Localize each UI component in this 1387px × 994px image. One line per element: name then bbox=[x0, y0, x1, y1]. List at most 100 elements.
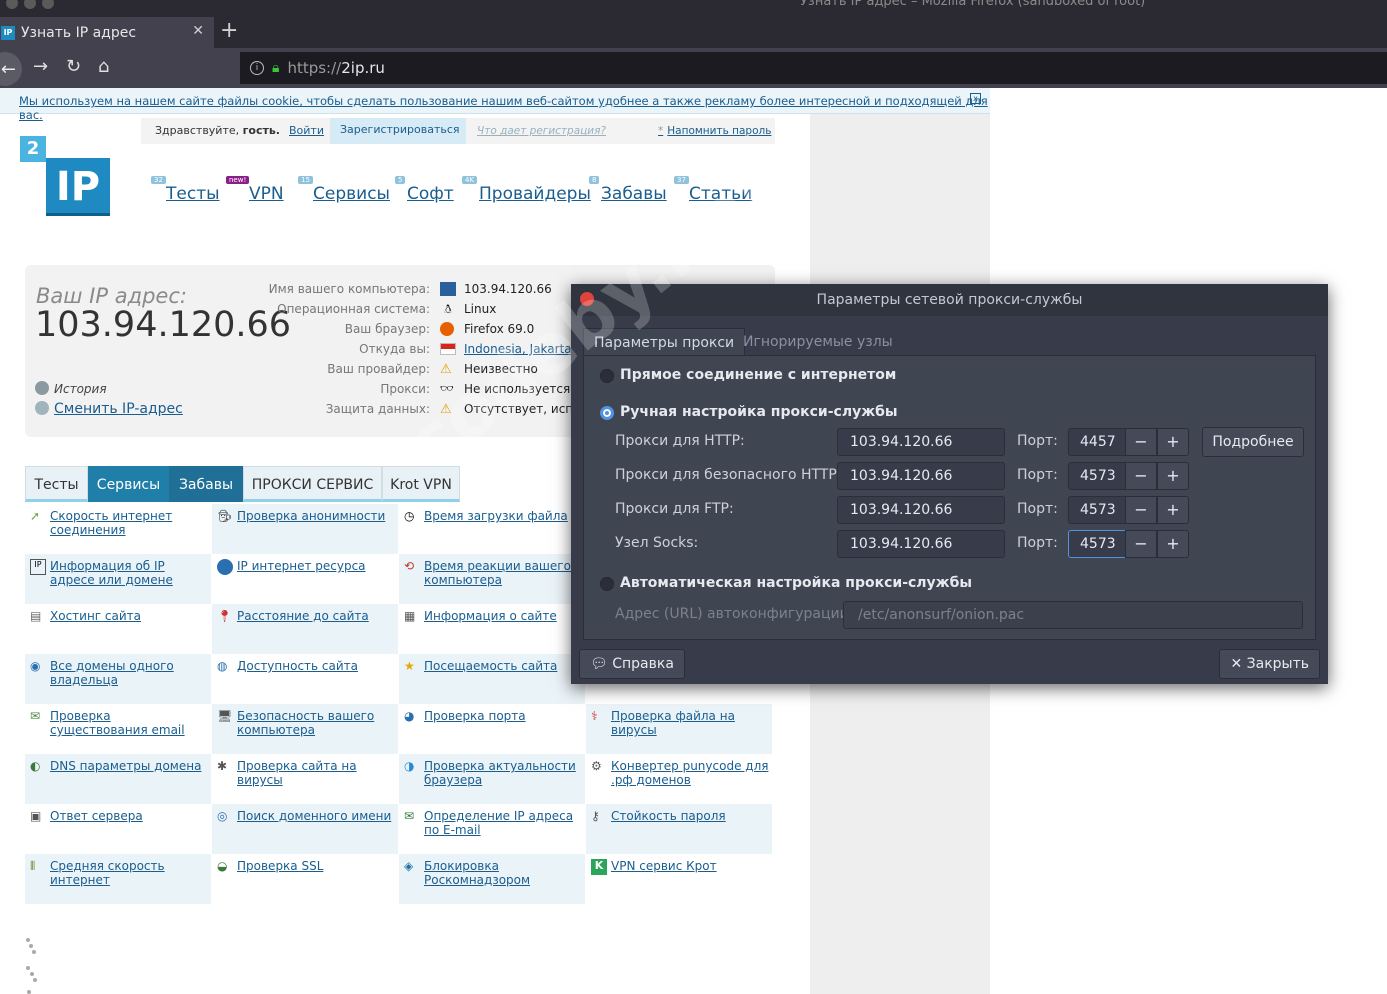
direct-connection-label[interactable]: Прямое соединение с интернетом bbox=[620, 367, 896, 383]
http-proxy-host-input[interactable]: 103.94.120.66 bbox=[837, 428, 1005, 456]
socks-port-decrement-button[interactable]: − bbox=[1125, 530, 1157, 558]
service-item[interactable]: ◈ Блокировка Роскомнадзором bbox=[399, 854, 585, 904]
socks-port-input[interactable]: 4573 bbox=[1068, 530, 1126, 558]
window-controls[interactable] bbox=[0, 0, 54, 13]
service-item[interactable]: ⚙ Конвертер punycode для .рф доменов bbox=[586, 754, 772, 804]
service-item[interactable]: ⚕ Проверка файла на вирусы bbox=[586, 704, 772, 754]
auto-config-url-label: Адрес (URL) автоконфигурации: bbox=[615, 606, 854, 622]
home-icon[interactable]: ⌂ bbox=[98, 56, 109, 77]
nav-badge-new: new! bbox=[226, 176, 250, 184]
service-item[interactable]: IP Информация об IP адресе или домене bbox=[25, 554, 211, 604]
info-key: Операционная система: bbox=[277, 302, 430, 316]
tab-tests[interactable]: Тесты bbox=[25, 466, 88, 502]
close-tab-icon[interactable]: ✕ bbox=[192, 23, 204, 39]
reload-icon[interactable]: ↻ bbox=[66, 56, 81, 77]
register-button[interactable]: Зарегистрироваться bbox=[330, 118, 466, 144]
nav-providers[interactable]: Провайдеры bbox=[479, 184, 591, 204]
computer-security-icon: 🖥︎ bbox=[217, 709, 233, 723]
cookie-close-icon[interactable]: x bbox=[970, 93, 981, 104]
service-item[interactable]: IP интернет ресурса bbox=[212, 554, 398, 604]
globe-icon: ◉ bbox=[30, 659, 41, 673]
service-item[interactable]: ◍ Доступность сайта bbox=[212, 654, 398, 704]
service-item[interactable]: ◷ Время загрузки файла bbox=[399, 504, 585, 554]
details-button[interactable]: Подробнее bbox=[1202, 427, 1304, 457]
service-item[interactable]: ▤ Хостинг сайта bbox=[25, 604, 211, 654]
ip-info-icon: IP bbox=[30, 559, 46, 575]
nav-services[interactable]: Сервисы bbox=[313, 184, 390, 204]
site-info-icon[interactable]: i bbox=[250, 61, 264, 75]
ftp-port-decrement-button[interactable]: − bbox=[1125, 496, 1157, 524]
auto-proxy-radio[interactable] bbox=[600, 577, 614, 591]
dialog-close-icon[interactable] bbox=[580, 292, 594, 306]
http-port-increment-button[interactable]: + bbox=[1157, 428, 1189, 456]
service-item[interactable]: ◕ Проверка порта bbox=[399, 704, 585, 754]
help-button[interactable]: 💬︎ Справка bbox=[579, 649, 685, 679]
nav-badge: 8 bbox=[589, 176, 600, 184]
tab-fun[interactable]: Забавы bbox=[169, 466, 243, 502]
nav-vpn[interactable]: VPN bbox=[249, 184, 284, 204]
info-key: Защита данных: bbox=[325, 402, 430, 416]
service-item[interactable]: ★ Посещаемость сайта bbox=[399, 654, 585, 704]
service-item[interactable]: ◎ Поиск доменного имени bbox=[212, 804, 398, 854]
location-link[interactable]: Indonesia, Jakarta bbox=[464, 342, 572, 356]
service-item[interactable]: ⟲ Время реакции вашего компьютера bbox=[399, 554, 585, 604]
tab-services[interactable]: Сервисы bbox=[88, 466, 169, 502]
new-tab-plus-icon[interactable]: + bbox=[220, 18, 238, 43]
auto-config-url-input[interactable]: /etc/anonsurf/onion.pac bbox=[843, 601, 1303, 629]
service-item[interactable]: ◒ Проверка SSL bbox=[212, 854, 398, 904]
back-arrow-icon[interactable]: ← bbox=[0, 52, 22, 86]
http-port-input[interactable]: 4457 bbox=[1068, 428, 1126, 456]
spy-glasses-icon: 👓︎ bbox=[440, 382, 454, 395]
manual-proxy-radio[interactable] bbox=[600, 406, 614, 420]
nav-software[interactable]: Софт bbox=[407, 184, 454, 204]
auto-proxy-label[interactable]: Автоматическая настройка прокси-службы bbox=[620, 575, 972, 591]
socks-host-input[interactable]: 103.94.120.66 bbox=[837, 530, 1005, 558]
service-item[interactable]: ⚷ Стойкость пароля bbox=[586, 804, 772, 854]
service-item[interactable]: ⦀ Средняя скорость интернет bbox=[25, 854, 211, 904]
service-item[interactable]: 📍︎ Расстояние до сайта bbox=[212, 604, 398, 654]
https-proxy-host-input[interactable]: 103.94.120.66 bbox=[837, 462, 1005, 490]
url-bar[interactable]: i 🔒︎ https://2ip.ru bbox=[240, 52, 1387, 84]
https-port-input[interactable]: 4573 bbox=[1068, 462, 1126, 490]
info-key: Имя вашего компьютера: bbox=[268, 282, 430, 296]
socks-port-increment-button[interactable]: + bbox=[1157, 530, 1189, 558]
change-ip-link[interactable]: Сменить IP-адрес bbox=[35, 401, 183, 417]
login-link[interactable]: Войти bbox=[289, 124, 324, 137]
forward-arrow-icon[interactable]: → bbox=[33, 56, 48, 77]
ftp-port-input[interactable]: 4573 bbox=[1068, 496, 1126, 524]
https-port-increment-button[interactable]: + bbox=[1157, 462, 1189, 490]
nav-tests[interactable]: Тесты bbox=[166, 184, 220, 204]
nav-fun[interactable]: Забавы bbox=[601, 184, 667, 204]
service-item[interactable]: ➚ Скорость интернет соединения bbox=[25, 504, 211, 554]
remind-password-link[interactable]: * Напомнить пароль bbox=[658, 125, 771, 137]
service-item[interactable]: 🕵︎ Проверка анонимности bbox=[212, 504, 398, 554]
http-port-decrement-button[interactable]: − bbox=[1125, 428, 1157, 456]
site-logo[interactable]: 2 IP bbox=[20, 136, 112, 218]
tab-proxy-settings[interactable]: Параметры прокси bbox=[583, 328, 746, 356]
info-key: Ваш провайдер: bbox=[327, 362, 430, 376]
service-item[interactable]: 🖥︎ Безопасность вашего компьютера bbox=[212, 704, 398, 754]
history-link[interactable]: История bbox=[35, 381, 107, 396]
manual-proxy-label[interactable]: Ручная настройка прокси-службы bbox=[620, 404, 898, 420]
service-item[interactable]: ▣ Ответ сервера bbox=[25, 804, 211, 854]
nav-articles[interactable]: Статьи bbox=[689, 184, 752, 204]
linux-penguin-icon: 🐧︎ bbox=[444, 302, 452, 316]
service-item[interactable]: ◑ Проверка актуальности браузера bbox=[399, 754, 585, 804]
ftp-port-increment-button[interactable]: + bbox=[1157, 496, 1189, 524]
service-item[interactable]: ◉ Все домены одного владельца bbox=[25, 654, 211, 704]
what-registration-gives-link[interactable]: Что дает регистрация? bbox=[477, 125, 606, 137]
service-item[interactable]: ✉ Определение IP адреса по E-mail bbox=[399, 804, 585, 854]
close-button[interactable]: ✕ Закрыть bbox=[1219, 649, 1320, 679]
https-port-decrement-button[interactable]: − bbox=[1125, 462, 1157, 490]
direct-connection-radio[interactable] bbox=[600, 369, 614, 383]
service-item[interactable]: ✉ Проверка существования email bbox=[25, 704, 211, 754]
service-item[interactable]: K VPN сервис Крот bbox=[586, 854, 772, 904]
service-item[interactable]: ✱ Проверка сайта на вирусы bbox=[212, 754, 398, 804]
tab-ignored-hosts[interactable]: Игнорируемые узлы bbox=[733, 328, 903, 356]
tab-krot-vpn[interactable]: Krot VPN bbox=[382, 466, 460, 502]
browser-tab[interactable]: IP Узнать IP адрес ✕ bbox=[0, 17, 214, 48]
ftp-proxy-host-input[interactable]: 103.94.120.66 bbox=[837, 496, 1005, 524]
service-item[interactable]: ▦ Информация о сайте bbox=[399, 604, 585, 654]
service-item[interactable]: ◐ DNS параметры домена bbox=[25, 754, 211, 804]
tab-proxy-service[interactable]: ПРОКСИ СЕРВИС bbox=[243, 466, 382, 502]
